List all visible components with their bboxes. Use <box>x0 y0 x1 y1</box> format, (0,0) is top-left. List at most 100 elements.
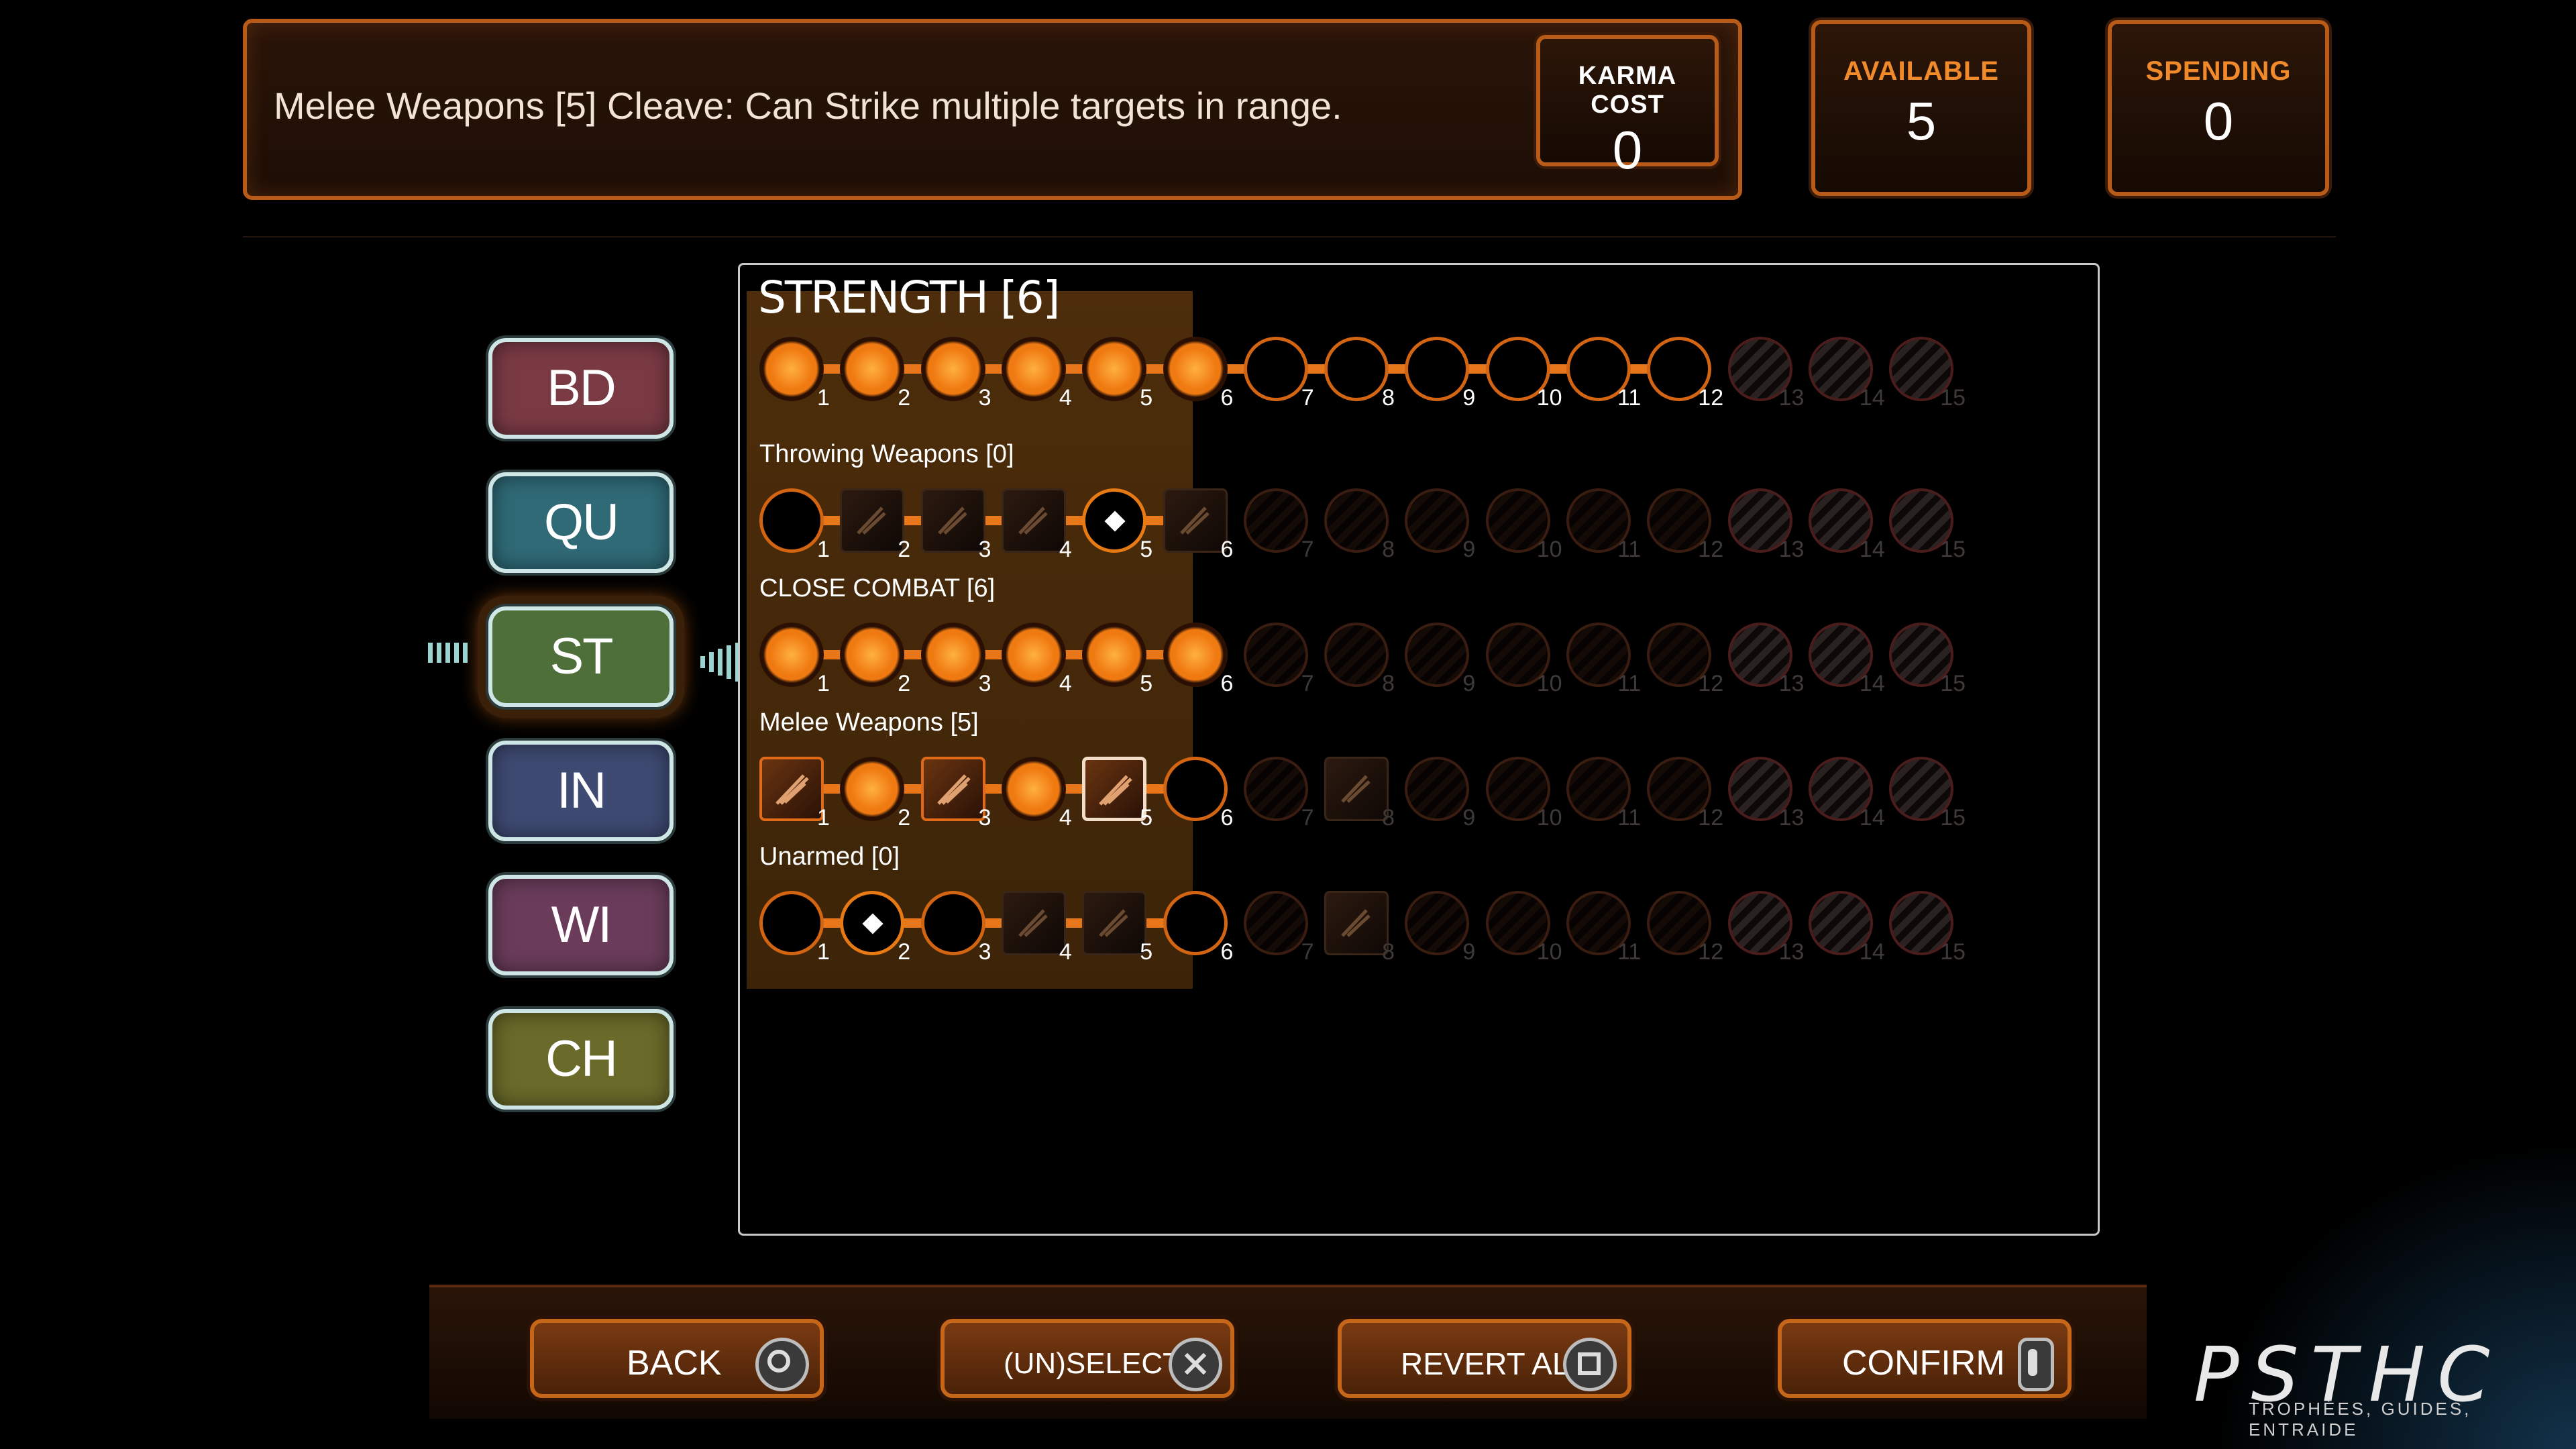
skill-node-close-combat-4[interactable] <box>1001 623 1066 687</box>
level-number: 7 <box>1301 671 1314 696</box>
level-number: 9 <box>1462 671 1476 696</box>
skill-node-throwing-5[interactable] <box>1082 488 1147 553</box>
skill-node-strength-8[interactable] <box>1324 337 1389 401</box>
skill-node-throwing-3[interactable] <box>920 488 985 553</box>
level-number: 10 <box>1536 537 1562 562</box>
attribute-button-wi[interactable]: WI <box>488 875 674 975</box>
level-number: 5 <box>1140 939 1153 965</box>
row-label-close-combat: CLOSE COMBAT [6] <box>759 574 996 602</box>
skill-node-throwing-6[interactable] <box>1163 488 1228 553</box>
skill-node-strength-2[interactable] <box>840 337 905 401</box>
level-number: 8 <box>1382 939 1395 965</box>
skill-node-unarmed-4[interactable] <box>1001 891 1066 955</box>
level-number: 11 <box>1617 805 1642 830</box>
divider <box>243 236 2336 237</box>
level-number: 14 <box>1859 385 1885 411</box>
level-number: 15 <box>1940 939 1966 965</box>
revert-all-button[interactable]: REVERT ALL <box>1338 1319 1631 1398</box>
skill-node-throwing-9[interactable] <box>1405 488 1470 553</box>
level-number: 5 <box>1140 385 1153 411</box>
level-number: 2 <box>898 671 911 696</box>
skill-node-melee-1[interactable] <box>759 757 824 821</box>
karma-cost-label: KARMA COST <box>1578 62 1677 119</box>
level-number: 11 <box>1617 671 1642 696</box>
level-number: 12 <box>1698 671 1724 696</box>
skill-node-melee-4[interactable] <box>1001 757 1066 821</box>
level-number: 5 <box>1140 537 1153 562</box>
spending-box: SPENDING 0 <box>2108 20 2329 196</box>
level-number: 4 <box>1059 805 1072 830</box>
level-number: 13 <box>1778 939 1805 965</box>
level-number: 13 <box>1778 537 1805 562</box>
level-number: 13 <box>1778 671 1805 696</box>
revert-all-label: REVERT ALL <box>1401 1346 1587 1381</box>
attribute-button-bd[interactable]: BD <box>488 338 674 439</box>
attribute-button-in[interactable]: IN <box>488 741 674 841</box>
skill-description: Melee Weapons [5] Cleave: Can Strike mul… <box>274 85 1342 127</box>
skill-node-unarmed-5[interactable] <box>1082 891 1147 955</box>
level-number: 2 <box>898 385 911 411</box>
skill-node-throwing-2[interactable] <box>840 488 905 553</box>
skill-node-melee-7[interactable] <box>1243 757 1308 821</box>
level-number: 2 <box>898 939 911 965</box>
skill-node-melee-2[interactable] <box>840 757 905 821</box>
level-number: 7 <box>1301 385 1314 411</box>
skill-node-strength-6[interactable] <box>1163 337 1228 401</box>
skill-node-strength-1[interactable] <box>759 337 824 401</box>
level-number: 13 <box>1778 385 1805 411</box>
level-number: 1 <box>817 939 830 965</box>
skill-node-unarmed-6[interactable] <box>1163 891 1228 955</box>
skill-node-melee-6[interactable] <box>1163 757 1228 821</box>
skill-node-close-combat-2[interactable] <box>840 623 905 687</box>
skill-node-melee-3[interactable] <box>920 757 985 821</box>
skill-node-melee-9[interactable] <box>1405 757 1470 821</box>
skill-node-strength-5[interactable] <box>1082 337 1147 401</box>
square-button-icon <box>1563 1338 1617 1391</box>
skill-node-unarmed-2[interactable] <box>840 891 905 955</box>
skill-node-close-combat-9[interactable] <box>1405 623 1470 687</box>
skill-node-throwing-4[interactable] <box>1001 488 1066 553</box>
level-number: 2 <box>898 805 911 830</box>
spending-value: 0 <box>2203 91 2234 151</box>
level-number: 15 <box>1940 671 1966 696</box>
skill-node-melee-8[interactable] <box>1324 757 1389 821</box>
skill-node-unarmed-3[interactable] <box>920 891 985 955</box>
unselect-button[interactable]: (UN)SELECT <box>941 1319 1234 1398</box>
level-number: 13 <box>1778 805 1805 830</box>
skill-node-throwing-8[interactable] <box>1324 488 1389 553</box>
skill-node-close-combat-8[interactable] <box>1324 623 1389 687</box>
skill-node-throwing-7[interactable] <box>1243 488 1308 553</box>
skill-node-unarmed-7[interactable] <box>1243 891 1308 955</box>
level-number: 12 <box>1698 385 1724 411</box>
confirm-label: CONFIRM <box>1842 1344 2005 1383</box>
level-number: 7 <box>1301 939 1314 965</box>
skill-node-close-combat-5[interactable] <box>1082 623 1147 687</box>
level-number: 6 <box>1220 671 1234 696</box>
skill-node-strength-4[interactable] <box>1001 337 1066 401</box>
panel-title: STRENGTH [6] <box>758 272 1060 323</box>
attribute-button-qu[interactable]: QU <box>488 472 674 573</box>
skill-node-throwing-1[interactable] <box>759 488 824 553</box>
attribute-button-ch[interactable]: CH <box>488 1009 674 1110</box>
skill-node-unarmed-8[interactable] <box>1324 891 1389 955</box>
back-button[interactable]: BACK <box>530 1319 824 1398</box>
skill-node-strength-9[interactable] <box>1405 337 1470 401</box>
level-number: 7 <box>1301 537 1314 562</box>
skill-node-unarmed-1[interactable] <box>759 891 824 955</box>
attribute-button-st[interactable]: ST <box>488 606 674 707</box>
level-number: 8 <box>1382 537 1395 562</box>
confirm-button[interactable]: CONFIRM <box>1778 1319 2072 1398</box>
level-number: 3 <box>978 671 991 696</box>
skill-node-close-combat-1[interactable] <box>759 623 824 687</box>
skill-node-unarmed-9[interactable] <box>1405 891 1470 955</box>
skill-node-strength-3[interactable] <box>920 337 985 401</box>
skill-node-close-combat-3[interactable] <box>920 623 985 687</box>
level-number: 14 <box>1859 805 1885 830</box>
skill-node-close-combat-7[interactable] <box>1243 623 1308 687</box>
level-number: 6 <box>1220 939 1234 965</box>
level-number: 10 <box>1536 805 1562 830</box>
skill-node-melee-5[interactable] <box>1082 757 1147 821</box>
level-number: 10 <box>1536 939 1562 965</box>
skill-node-strength-7[interactable] <box>1243 337 1308 401</box>
skill-node-close-combat-6[interactable] <box>1163 623 1228 687</box>
